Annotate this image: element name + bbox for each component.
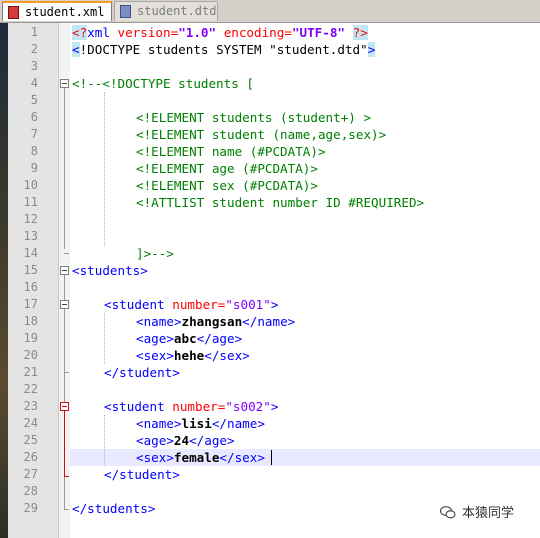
- fold-toggle-icon[interactable]: [60, 79, 69, 88]
- line-number: 6: [30, 110, 38, 124]
- line-number: 16: [23, 280, 38, 294]
- line-number: 24: [23, 416, 38, 430]
- watermark: 本猿同学: [440, 505, 514, 523]
- code-line[interactable]: <age>24</age>: [136, 432, 235, 449]
- code-line[interactable]: <students>: [72, 262, 148, 279]
- watermark-text: 本猿同学: [462, 506, 515, 521]
- code-line[interactable]: <?xml version="1.0" encoding="UTF-8" ?>: [72, 24, 368, 41]
- code-line[interactable]: <student number="s001">: [104, 296, 278, 313]
- line-number: 11: [23, 195, 38, 209]
- code-line[interactable]: <!ATTLIST student number ID #REQUIRED>: [136, 194, 424, 211]
- line-number: 1: [30, 25, 38, 39]
- indent-guide: [104, 415, 105, 466]
- code-line[interactable]: <!ELEMENT name (#PCDATA)>: [136, 143, 326, 160]
- code-line[interactable]: <!DOCTYPE students SYSTEM "student.dtd">: [72, 41, 376, 58]
- tab-label: student.xml: [25, 5, 105, 19]
- line-number: 26: [23, 450, 38, 464]
- indent-guide: [104, 313, 105, 364]
- line-number: 3: [30, 59, 38, 73]
- fold-line: [64, 411, 65, 476]
- line-number: 25: [23, 433, 38, 447]
- code-line[interactable]: <sex>hehe</sex>: [136, 347, 250, 364]
- line-number: 2: [30, 42, 38, 56]
- line-number: 20: [23, 348, 38, 362]
- fold-line: [64, 88, 65, 249]
- code-line[interactable]: <age>abc</age>: [136, 330, 242, 347]
- fold-end: [64, 509, 69, 510]
- line-number: 29: [23, 501, 38, 515]
- tab-student-xml[interactable]: student.xml: [2, 1, 112, 21]
- code-line[interactable]: <!ELEMENT sex (#PCDATA)>: [136, 177, 318, 194]
- fold-end: [64, 253, 69, 254]
- line-number: 8: [30, 144, 38, 158]
- fold-toggle-icon[interactable]: [60, 266, 69, 275]
- code-line[interactable]: <name>zhangsan</name>: [136, 313, 295, 330]
- tab-bar: student.xml student.dtd: [0, 0, 540, 23]
- line-number: 4: [30, 76, 38, 90]
- line-number: 5: [30, 93, 38, 107]
- line-number: 17: [23, 297, 38, 311]
- tab-label: student.dtd: [137, 4, 217, 18]
- code-line[interactable]: <!--<!DOCTYPE students [: [72, 75, 254, 92]
- xml-file-icon: [8, 6, 19, 19]
- fold-toggle-icon[interactable]: [60, 402, 69, 411]
- line-number: 21: [23, 365, 38, 379]
- line-number: 15: [23, 263, 38, 277]
- dtd-file-icon: [120, 5, 131, 18]
- tab-student-dtd[interactable]: student.dtd: [114, 1, 218, 21]
- code-line[interactable]: <!ELEMENT age (#PCDATA)>: [136, 160, 318, 177]
- code-line[interactable]: </student>: [104, 364, 180, 381]
- fold-end: [64, 476, 69, 477]
- fold-toggle-icon[interactable]: [60, 300, 69, 309]
- code-line[interactable]: <student number="s002">: [104, 398, 278, 415]
- code-line[interactable]: <!ELEMENT student (name,age,sex)>: [136, 126, 386, 143]
- line-number: 23: [23, 399, 38, 413]
- code-line[interactable]: ]>-->: [136, 245, 174, 262]
- line-number: 9: [30, 161, 38, 175]
- indent-guide: [104, 92, 105, 246]
- line-number: 19: [23, 331, 38, 345]
- line-number: 13: [23, 229, 38, 243]
- line-number: 10: [23, 178, 38, 192]
- code-line[interactable]: <sex>female</sex>: [136, 449, 265, 466]
- line-number: 12: [23, 212, 38, 226]
- line-number: 14: [23, 246, 38, 260]
- text-cursor: [271, 450, 272, 465]
- wechat-logo-icon: [440, 506, 456, 519]
- code-line[interactable]: </student>: [104, 466, 180, 483]
- code-line[interactable]: </students>: [72, 500, 155, 517]
- line-number: 7: [30, 127, 38, 141]
- line-number: 28: [23, 484, 38, 498]
- line-number: 18: [23, 314, 38, 328]
- code-line[interactable]: <!ELEMENT students (student+) >: [136, 109, 371, 126]
- fold-end: [64, 372, 69, 373]
- code-line[interactable]: <name>lisi</name>: [136, 415, 265, 432]
- line-number: 27: [23, 467, 38, 481]
- window-edge: [0, 23, 8, 538]
- line-number: 22: [23, 382, 38, 396]
